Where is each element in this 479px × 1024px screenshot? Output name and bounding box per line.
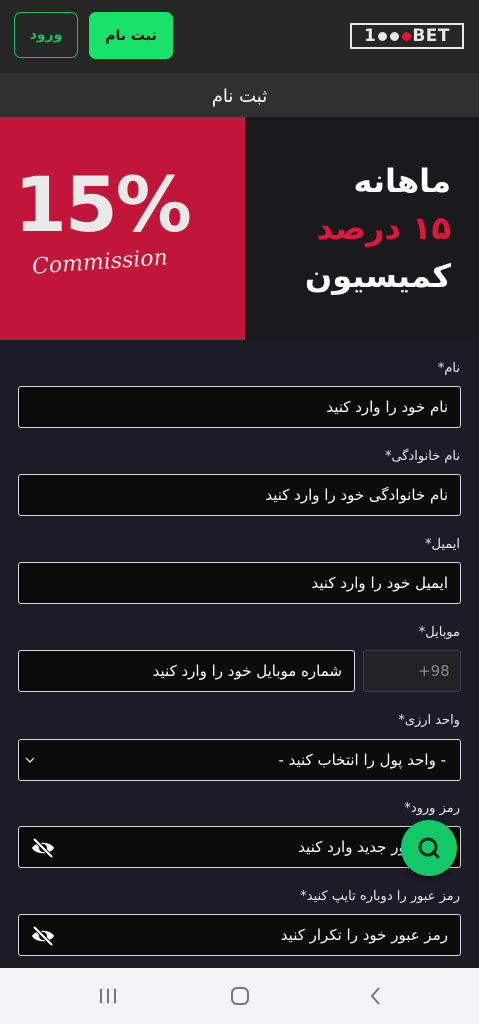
password-repeat-label: رمز عبور را دوباره تایپ کنید* <box>300 889 460 904</box>
home-icon[interactable] <box>228 984 252 1008</box>
last-name-input[interactable]: نام خانوادگی خود را وارد کنید <box>18 474 461 516</box>
login-button[interactable]: ورود <box>14 12 78 58</box>
top-header: ورود ثبت نام 1 BET <box>0 0 479 75</box>
logo-ball-icon <box>400 30 412 42</box>
banner-percent: 15% <box>14 160 192 249</box>
currency-select[interactable]: - واحد پول را انتخاب کنید - <box>18 739 461 781</box>
last-name-label: نام خانوادگی* <box>384 449 460 464</box>
recent-apps-icon[interactable] <box>96 984 120 1008</box>
logo-ball-icon <box>388 30 400 42</box>
currency-label: واحد ارزی* <box>398 713 460 728</box>
first-name-input[interactable]: نام خود را وارد کنید <box>18 386 461 428</box>
logo-text-pre: 1 <box>363 26 377 46</box>
email-label: ایمیل* <box>424 537 460 552</box>
banner-line-3: کمیسیون <box>304 257 451 295</box>
email-input[interactable]: ایمیل خود را وارد کنید <box>18 562 461 604</box>
logo-ball-icon <box>376 30 388 42</box>
page-title: ثبت نام <box>0 75 479 117</box>
register-button[interactable]: ثبت نام <box>89 12 173 59</box>
logo-text-post: BET <box>412 26 450 46</box>
site-logo[interactable]: 1 BET <box>350 23 464 49</box>
mobile-label: موبایل* <box>418 625 460 640</box>
back-icon[interactable] <box>364 984 388 1008</box>
banner-line-2: ۱۵ درصد <box>316 209 451 247</box>
password-label: رمز ورود* <box>404 801 460 816</box>
chat-support-button[interactable] <box>401 820 457 876</box>
banner-line-1: ماهانه <box>353 162 451 200</box>
mobile-input[interactable]: شماره موبایل خود را وارد کنید <box>18 650 355 692</box>
chat-bubble-icon <box>418 837 440 859</box>
first-name-label: نام* <box>437 361 460 376</box>
eye-slash-icon[interactable] <box>30 837 56 859</box>
country-code-field: +98 <box>363 650 461 692</box>
system-nav-bar <box>0 968 479 1024</box>
password-repeat-input[interactable]: رمز عبور خود را تکرار کنید <box>18 914 461 956</box>
chevron-down-icon <box>25 757 35 763</box>
eye-slash-icon[interactable] <box>30 925 56 947</box>
password-input[interactable]: رمز عبور جدید وارد کنید <box>18 826 461 868</box>
